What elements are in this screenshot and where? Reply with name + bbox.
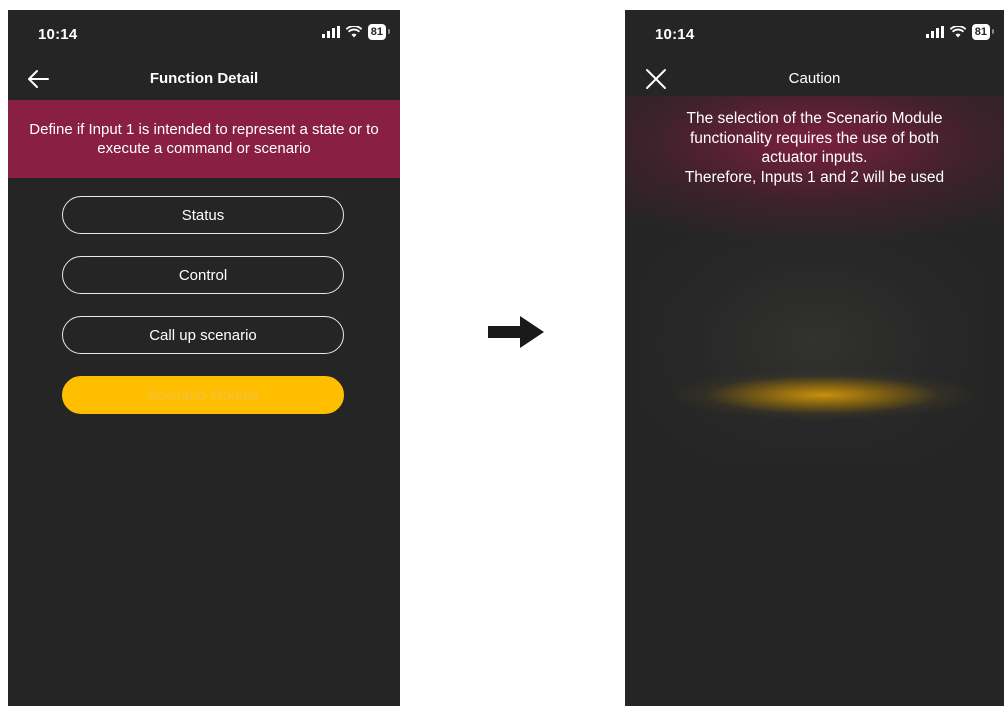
right-arrow-icon: [488, 316, 544, 348]
status-bar: 10:14 81: [8, 10, 400, 54]
battery-icon: 81: [971, 24, 995, 40]
caution-screen: 10:14 81 Caution The selection of the Sc…: [625, 10, 1004, 706]
scenario-module-option-button[interactable]: Scenario Module: [62, 376, 344, 414]
caution-message-line: The selection of the Scenario Module: [686, 110, 943, 127]
wifi-icon: [949, 26, 966, 38]
caution-message-line: functionality requires the use of both: [689, 129, 939, 147]
status-time: 10:14: [38, 26, 78, 43]
status-bar: 10:14 81: [625, 10, 1004, 54]
caution-message: The selection of the Scenario Module fun…: [625, 109, 1004, 187]
control-option-button[interactable]: Control: [62, 256, 344, 294]
nav-bar: Caution: [625, 62, 1004, 96]
wifi-icon: [345, 26, 362, 38]
battery-icon: 81: [367, 24, 391, 40]
status-time: 10:14: [655, 26, 695, 43]
nav-bar: Function Detail: [8, 62, 400, 96]
status-icons: 81: [925, 24, 995, 40]
status-icons: 81: [321, 24, 391, 40]
blurred-selected-button: [673, 365, 973, 425]
cellular-signal-icon: [925, 26, 944, 38]
page-title: Function Detail: [149, 70, 259, 87]
info-banner: Define if Input 1 is intended to represe…: [8, 100, 400, 178]
caution-message-line: Therefore, Inputs 1 and 2 will be used: [684, 168, 945, 186]
function-detail-screen: 10:14 81 Function Detail Define if Input…: [8, 10, 400, 706]
page-title: Caution: [788, 70, 841, 87]
cellular-signal-icon: [321, 26, 340, 38]
call-up-scenario-option-button[interactable]: Call up scenario: [62, 316, 344, 354]
caution-message-line: actuator inputs.: [761, 149, 868, 166]
status-option-button[interactable]: Status: [62, 196, 344, 234]
